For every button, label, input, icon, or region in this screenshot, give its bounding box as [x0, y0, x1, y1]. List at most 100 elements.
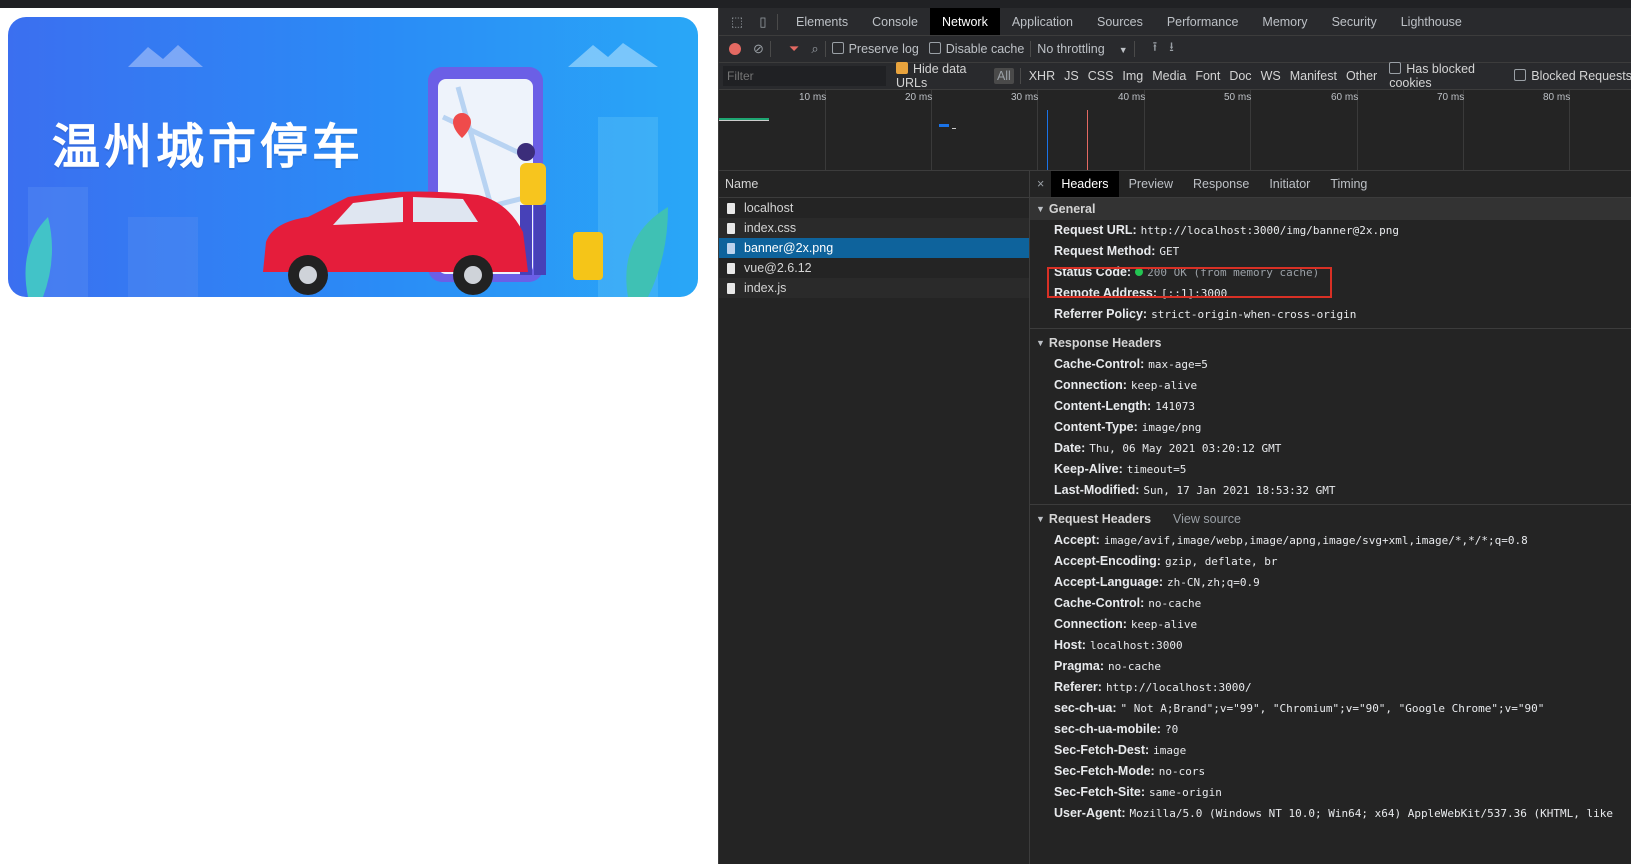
header-key: Accept-Encoding:: [1054, 554, 1161, 568]
tab-network[interactable]: Network: [929, 8, 1000, 35]
request-row-selected[interactable]: banner@2x.png: [719, 238, 1029, 258]
image-icon: [727, 242, 735, 254]
name-column-header[interactable]: Name: [719, 171, 1029, 198]
header-row: Connection: keep-alive: [1030, 375, 1631, 396]
header-key: Sec-Fetch-Mode:: [1054, 764, 1155, 778]
tab-security[interactable]: Security: [1320, 8, 1389, 35]
header-key: Content-Type:: [1054, 420, 1138, 434]
script-icon: [727, 262, 735, 274]
filter-type-xhr[interactable]: XHR: [1029, 69, 1055, 83]
header-value: keep-alive: [1130, 618, 1198, 631]
timeline-tick: 60 ms: [1331, 92, 1359, 103]
preserve-log-checkbox[interactable]: Preserve log: [831, 42, 919, 56]
tab-performance[interactable]: Performance: [1155, 8, 1251, 35]
header-value: keep-alive: [1130, 379, 1198, 392]
view-source-link[interactable]: View source: [1173, 508, 1241, 530]
export-har-icon[interactable]: ⭳: [1169, 38, 1174, 60]
throttling-select[interactable]: No throttling ▼: [1037, 42, 1127, 56]
detail-tabs: × Headers Preview Response Initiator Tim…: [1030, 171, 1631, 198]
expand-triangle-icon: ▼: [1036, 338, 1045, 348]
filter-all-button[interactable]: All: [993, 68, 1014, 84]
timeline-tick: 20 ms: [905, 92, 933, 103]
has-blocked-cookies-checkbox[interactable]: Has blocked cookies: [1389, 62, 1504, 90]
request-name: index.js: [744, 281, 787, 295]
request-headers-section-header[interactable]: ▼ Request Headers View source: [1030, 508, 1631, 530]
header-row: Keep-Alive: timeout=5: [1030, 459, 1631, 480]
checkbox-icon: [831, 42, 844, 54]
hide-data-urls-checkbox[interactable]: Hide data URLs: [896, 62, 988, 90]
preserve-log-label: Preserve log: [848, 42, 919, 56]
header-row: Accept-Encoding: gzip, deflate, br: [1030, 551, 1631, 572]
device-toolbar-icon[interactable]: ▯: [755, 14, 771, 30]
header-key: Connection:: [1054, 617, 1127, 631]
header-key: Host:: [1054, 638, 1086, 652]
filter-type-img[interactable]: Img: [1122, 69, 1143, 83]
disable-cache-checkbox[interactable]: Disable cache: [928, 42, 1024, 56]
expand-triangle-icon: ▼: [1036, 204, 1045, 214]
filter-type-other[interactable]: Other: [1346, 69, 1377, 83]
header-row: Last-Modified: Sun, 17 Jan 2021 18:53:32 …: [1030, 480, 1631, 501]
header-key: Pragma:: [1054, 659, 1105, 673]
filter-type-media[interactable]: Media: [1152, 69, 1186, 83]
detail-tab-headers[interactable]: Headers: [1051, 171, 1119, 197]
response-headers-section-header[interactable]: ▼ Response Headers: [1030, 332, 1631, 354]
tab-memory[interactable]: Memory: [1250, 8, 1319, 35]
timeline-tick: 30 ms: [1011, 92, 1039, 103]
clear-icon[interactable]: ⊘: [753, 41, 764, 57]
script-icon: [727, 282, 735, 294]
detail-tab-timing[interactable]: Timing: [1320, 171, 1377, 197]
tab-sources[interactable]: Sources: [1085, 8, 1155, 35]
tab-elements[interactable]: Elements: [784, 8, 860, 35]
tab-console[interactable]: Console: [860, 8, 930, 35]
search-icon[interactable]: ⌕: [811, 41, 818, 57]
filter-type-js[interactable]: JS: [1064, 69, 1079, 83]
highlight-box: [1047, 267, 1332, 298]
detail-tab-preview[interactable]: Preview: [1119, 171, 1183, 197]
request-row[interactable]: index.js: [719, 278, 1029, 298]
timeline-tick: 50 ms: [1224, 92, 1252, 103]
filter-type-font[interactable]: Font: [1195, 69, 1220, 83]
header-key: Cache-Control:: [1054, 596, 1145, 610]
header-row: Accept-Language: zh-CN,zh;q=0.9: [1030, 572, 1631, 593]
blocked-requests-checkbox[interactable]: Blocked Requests: [1514, 69, 1631, 83]
filter-icon[interactable]: ⏷: [789, 41, 799, 57]
general-section-header[interactable]: ▼ General: [1030, 198, 1631, 220]
header-key: sec-ch-ua-mobile:: [1054, 722, 1161, 736]
filter-type-css[interactable]: CSS: [1088, 69, 1114, 83]
close-icon[interactable]: ×: [1030, 177, 1051, 191]
has-blocked-cookies-label: Has blocked cookies: [1389, 62, 1476, 90]
inspect-element-icon[interactable]: ⬚: [729, 14, 745, 30]
tab-application[interactable]: Application: [1000, 8, 1085, 35]
header-value: http://localhost:3000/: [1105, 681, 1252, 694]
filter-type-doc[interactable]: Doc: [1229, 69, 1251, 83]
record-icon[interactable]: [729, 43, 741, 55]
detail-tab-response[interactable]: Response: [1183, 171, 1259, 197]
header-key: Connection:: [1054, 378, 1127, 392]
request-row[interactable]: vue@2.6.12: [719, 258, 1029, 278]
header-value: no-cache: [1148, 597, 1202, 610]
network-toolbar: ⊘ ⏷ ⌕ Preserve log Disable cache No thro…: [719, 36, 1631, 63]
import-har-icon[interactable]: ⭱: [1153, 38, 1158, 60]
header-value: localhost:3000: [1089, 639, 1183, 652]
toolbar-separator: [1133, 41, 1135, 57]
document-icon: [727, 202, 735, 214]
request-name: index.css: [744, 221, 797, 235]
header-key: Date:: [1054, 441, 1086, 455]
filter-type-ws[interactable]: WS: [1261, 69, 1281, 83]
request-row[interactable]: index.css: [719, 218, 1029, 238]
header-row: Sec-Fetch-Mode: no-cors: [1030, 761, 1631, 782]
timeline-request-bar: [939, 124, 949, 127]
filter-input[interactable]: [723, 66, 886, 86]
network-overview-timeline[interactable]: 10 ms 20 ms 30 ms 40 ms 50 ms 60 ms 70 m…: [719, 90, 1631, 171]
tab-lighthouse[interactable]: Lighthouse: [1389, 8, 1474, 35]
header-row: Accept: image/avif,image/webp,image/apng,…: [1030, 530, 1631, 551]
banner-title: 温州城市停车: [52, 119, 365, 175]
request-row[interactable]: localhost: [719, 198, 1029, 218]
header-value: strict-origin-when-cross-origin: [1151, 308, 1357, 321]
timeline-request-bar: [719, 120, 769, 121]
toolbar-separator: [1030, 41, 1032, 57]
request-name: vue@2.6.12: [744, 261, 812, 275]
filter-type-manifest[interactable]: Manifest: [1290, 69, 1337, 83]
request-detail-panel: × Headers Preview Response Initiator Tim…: [1030, 171, 1631, 864]
detail-tab-initiator[interactable]: Initiator: [1259, 171, 1320, 197]
